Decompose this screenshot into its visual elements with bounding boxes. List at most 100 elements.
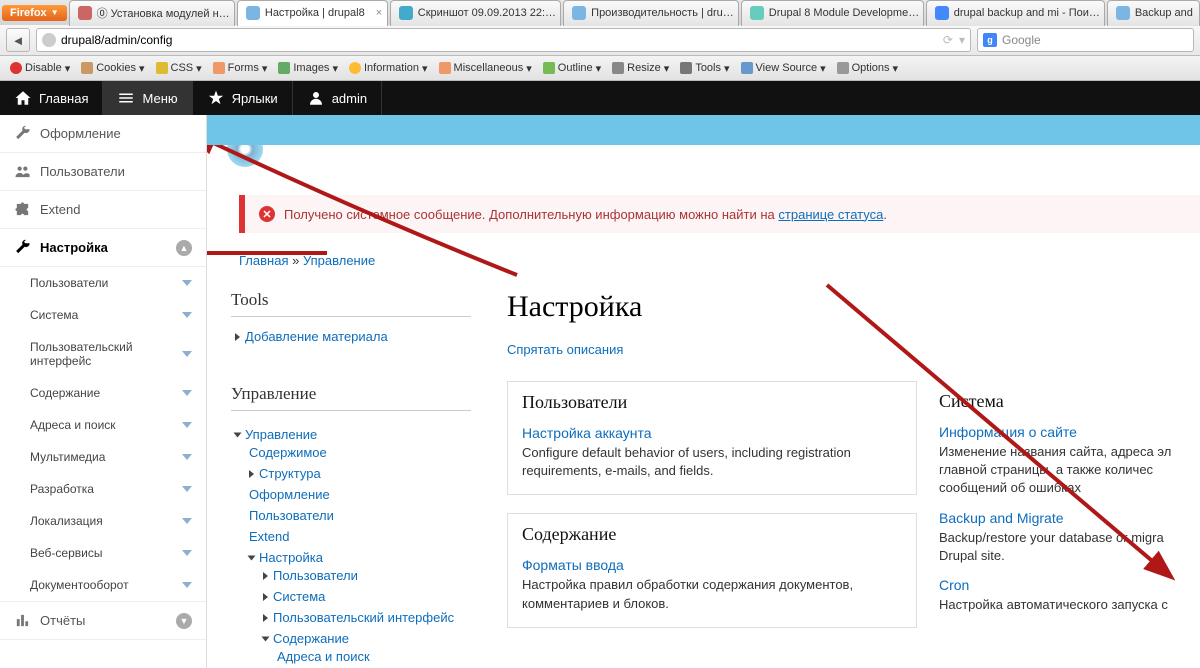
dev-misc[interactable]: Miscellaneous▾ xyxy=(435,60,536,77)
tree-config[interactable]: Настройка xyxy=(259,550,323,565)
tree-item[interactable]: Структура xyxy=(259,466,321,481)
browser-search-input[interactable]: gGoogle xyxy=(977,28,1194,52)
panel-desc: Backup/restore your database or migra Dr… xyxy=(939,529,1185,565)
browser-tab[interactable]: ⓪ Установка модулей н… xyxy=(69,0,235,26)
dev-info[interactable]: Information▾ xyxy=(345,60,432,77)
sb-sub-content[interactable]: Содержание xyxy=(0,377,206,409)
sb-sub-doc[interactable]: Документооборот xyxy=(0,569,206,601)
chart-icon xyxy=(14,612,31,629)
caret-down-icon xyxy=(182,422,192,428)
triangle-icon[interactable] xyxy=(249,470,254,478)
tree-item[interactable]: Содержание xyxy=(273,631,349,646)
backup-migrate-link[interactable]: Backup and Migrate xyxy=(939,510,1064,526)
admin-shortcuts[interactable]: Ярлыки xyxy=(193,81,293,115)
firefox-tabs-bar: Firefox▼ ⓪ Установка модулей н… Настройк… xyxy=(0,0,1200,25)
panel-desc: Настройка правил обработки содержания до… xyxy=(522,576,902,612)
sb-sub-web[interactable]: Веб-сервисы xyxy=(0,537,206,569)
hide-descriptions-link[interactable]: Спрятать описания xyxy=(507,342,623,357)
caret-down-icon xyxy=(182,312,192,318)
history-icon[interactable]: ⟳ xyxy=(943,33,953,47)
tree-item[interactable]: Extend xyxy=(249,529,289,544)
images-icon xyxy=(278,62,290,74)
browser-tab[interactable]: Backup and xyxy=(1107,0,1200,26)
browser-tab[interactable]: Скриншот 09.09.2013 22:… xyxy=(390,0,561,26)
dev-viewsource[interactable]: View Source▾ xyxy=(737,60,830,77)
tree-item[interactable]: Система xyxy=(273,589,325,604)
dev-disable[interactable]: Disable▾ xyxy=(6,60,74,77)
triangle-icon[interactable] xyxy=(234,433,242,438)
dev-css[interactable]: CSS▾ xyxy=(152,60,206,77)
star-icon xyxy=(207,89,225,107)
dev-forms[interactable]: Forms▾ xyxy=(209,60,272,77)
drupal-logo-icon xyxy=(227,145,263,167)
triangle-icon xyxy=(235,333,240,341)
triangle-icon[interactable] xyxy=(248,556,256,561)
dropdown-icon[interactable]: ▾ xyxy=(959,33,965,47)
sb-extend[interactable]: Extend xyxy=(0,191,206,229)
tools-add-content[interactable]: Добавление материала xyxy=(245,329,388,344)
triangle-icon[interactable] xyxy=(263,572,268,580)
sb-appearance[interactable]: Оформление xyxy=(0,115,206,153)
sb-sub-dev[interactable]: Разработка xyxy=(0,473,206,505)
sb-sub-users[interactable]: Пользователи xyxy=(0,267,206,299)
browser-tab[interactable]: Настройка | drupal8× xyxy=(237,0,388,26)
favicon-icon xyxy=(1116,6,1130,20)
sb-reports[interactable]: Отчёты▼ xyxy=(0,601,206,640)
chevron-down-icon[interactable]: ▼ xyxy=(176,613,192,629)
sb-sub-ui[interactable]: Пользовательский интерфейс xyxy=(0,331,206,377)
tree-item[interactable]: Оформление xyxy=(249,487,330,502)
cookie-icon xyxy=(81,62,93,74)
tree-item[interactable]: Пользователи xyxy=(273,568,358,583)
dev-toolbar: Disable▾ Cookies▾ CSS▾ Forms▾ Images▾ In… xyxy=(0,56,1200,81)
url-input[interactable]: drupal8/admin/config⟳▾ xyxy=(36,28,971,52)
dev-resize[interactable]: Resize▾ xyxy=(608,60,673,77)
sb-sub-search[interactable]: Адреса и поиск xyxy=(0,409,206,441)
cron-link[interactable]: Cron xyxy=(939,577,969,593)
dev-cookies[interactable]: Cookies▾ xyxy=(77,60,148,77)
tree-item[interactable]: Адреса и поиск xyxy=(277,649,370,664)
admin-menu[interactable]: Меню xyxy=(103,81,192,115)
main-column: Настройка Спрятать описания Пользователи… xyxy=(507,290,1200,668)
account-settings-link[interactable]: Настройка аккаунта xyxy=(522,425,652,441)
admin-home[interactable]: Главная xyxy=(0,81,103,115)
tree-root[interactable]: Управление xyxy=(245,427,317,442)
mgmt-heading: Управление xyxy=(231,384,471,411)
dev-tools[interactable]: Tools▾ xyxy=(676,60,733,77)
tools-heading: Tools xyxy=(231,290,471,317)
triangle-icon[interactable] xyxy=(262,637,270,642)
panel-system: Система Информация о сайте Изменение наз… xyxy=(939,381,1199,628)
crumb-admin[interactable]: Управление xyxy=(303,253,375,268)
misc-icon xyxy=(439,62,451,74)
tree-item[interactable]: Пользовательский интерфейс xyxy=(273,610,454,625)
close-icon[interactable]: × xyxy=(370,7,382,19)
tree-item[interactable]: Пользователи xyxy=(249,508,334,523)
chevron-up-icon[interactable]: ▲ xyxy=(176,240,192,256)
browser-address-bar: ◄ drupal8/admin/config⟳▾ gGoogle xyxy=(0,25,1200,56)
browser-tab[interactable]: Drupal 8 Module Developme… xyxy=(741,0,924,26)
dev-options[interactable]: Options▾ xyxy=(833,60,902,77)
triangle-icon[interactable] xyxy=(263,614,268,622)
drupal-admin-bar: Главная Меню Ярлыки admin xyxy=(0,81,1200,115)
panel-users: Пользователи Настройка аккаунта Configur… xyxy=(507,381,917,495)
browser-tab[interactable]: Производительность | dru… xyxy=(563,0,739,26)
firefox-menu-button[interactable]: Firefox▼ xyxy=(2,5,67,21)
sb-config[interactable]: Настройка▲ xyxy=(0,229,206,267)
favicon-icon xyxy=(572,6,586,20)
alert-status-link[interactable]: странице статуса xyxy=(778,207,883,222)
dev-outline[interactable]: Outline▾ xyxy=(539,60,605,77)
tree-item[interactable]: Содержимое xyxy=(249,445,327,460)
sb-sub-system[interactable]: Система xyxy=(0,299,206,331)
globe-icon xyxy=(42,33,56,47)
dev-images[interactable]: Images▾ xyxy=(274,60,342,77)
browser-tab[interactable]: drupal backup and mi - Пои… xyxy=(926,0,1105,26)
sb-sub-media[interactable]: Мультимедиа xyxy=(0,441,206,473)
sb-sub-locale[interactable]: Локализация xyxy=(0,505,206,537)
favicon-icon xyxy=(246,6,260,20)
site-info-link[interactable]: Информация о сайте xyxy=(939,424,1077,440)
back-button[interactable]: ◄ xyxy=(6,28,30,52)
crumb-home[interactable]: Главная xyxy=(239,253,288,268)
text-formats-link[interactable]: Форматы ввода xyxy=(522,557,624,573)
triangle-icon[interactable] xyxy=(263,593,268,601)
sb-people[interactable]: Пользователи xyxy=(0,153,206,191)
admin-user[interactable]: admin xyxy=(293,81,382,115)
